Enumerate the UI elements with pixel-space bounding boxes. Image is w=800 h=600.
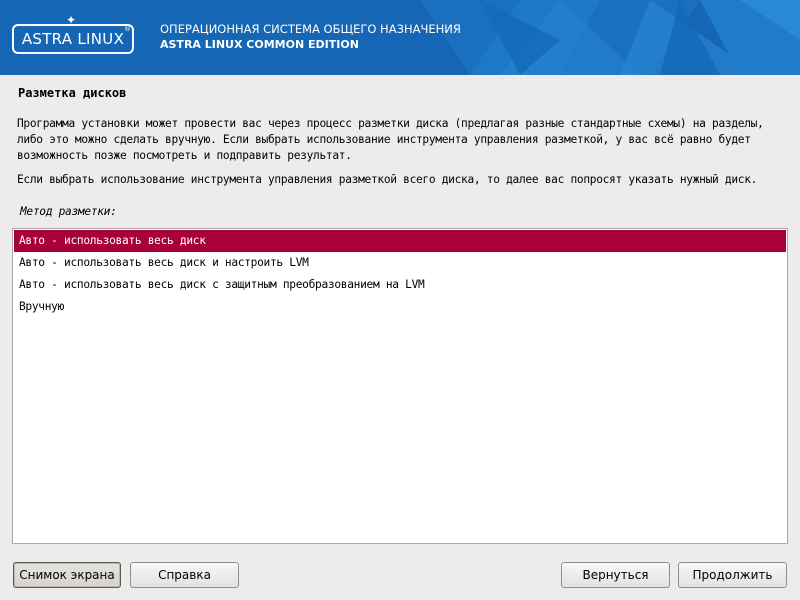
edition-name: ASTRA LINUX COMMON EDITION — [160, 38, 359, 51]
screenshot-button[interactable]: Снимок экрана — [13, 562, 121, 588]
list-item-auto-whole-disk[interactable]: Авто - использовать весь диск — [14, 230, 786, 252]
astra-linux-logo: ASTRA LINUX — [12, 24, 134, 54]
method-label: Метод разметки: — [20, 205, 117, 218]
intro-paragraph: Программа установки может провести вас ч… — [17, 117, 764, 162]
continue-button[interactable]: Продолжить — [678, 562, 787, 588]
page-title: Разметка дисков — [18, 86, 127, 100]
list-item-auto-lvm[interactable]: Авто - использовать весь диск и настроит… — [14, 252, 786, 274]
disk-note-paragraph: Если выбрать использование инструмента у… — [17, 173, 758, 186]
help-button[interactable]: Справка — [130, 562, 239, 588]
partition-method-list[interactable]: Авто - использовать весь диск Авто - исп… — [12, 228, 788, 544]
back-button[interactable]: Вернуться — [561, 562, 670, 588]
os-description: ОПЕРАЦИОННАЯ СИСТЕМА ОБЩЕГО НАЗНАЧЕНИЯ — [160, 22, 461, 36]
list-item-manual[interactable]: Вручную — [14, 296, 786, 318]
header-banner: ✦ ASTRA LINUX ® ОПЕРАЦИОННАЯ СИСТЕМА ОБЩ… — [0, 0, 800, 75]
registered-mark: ® — [124, 25, 131, 33]
list-item-auto-encrypted-lvm[interactable]: Авто - использовать весь диск с защитным… — [14, 274, 786, 296]
